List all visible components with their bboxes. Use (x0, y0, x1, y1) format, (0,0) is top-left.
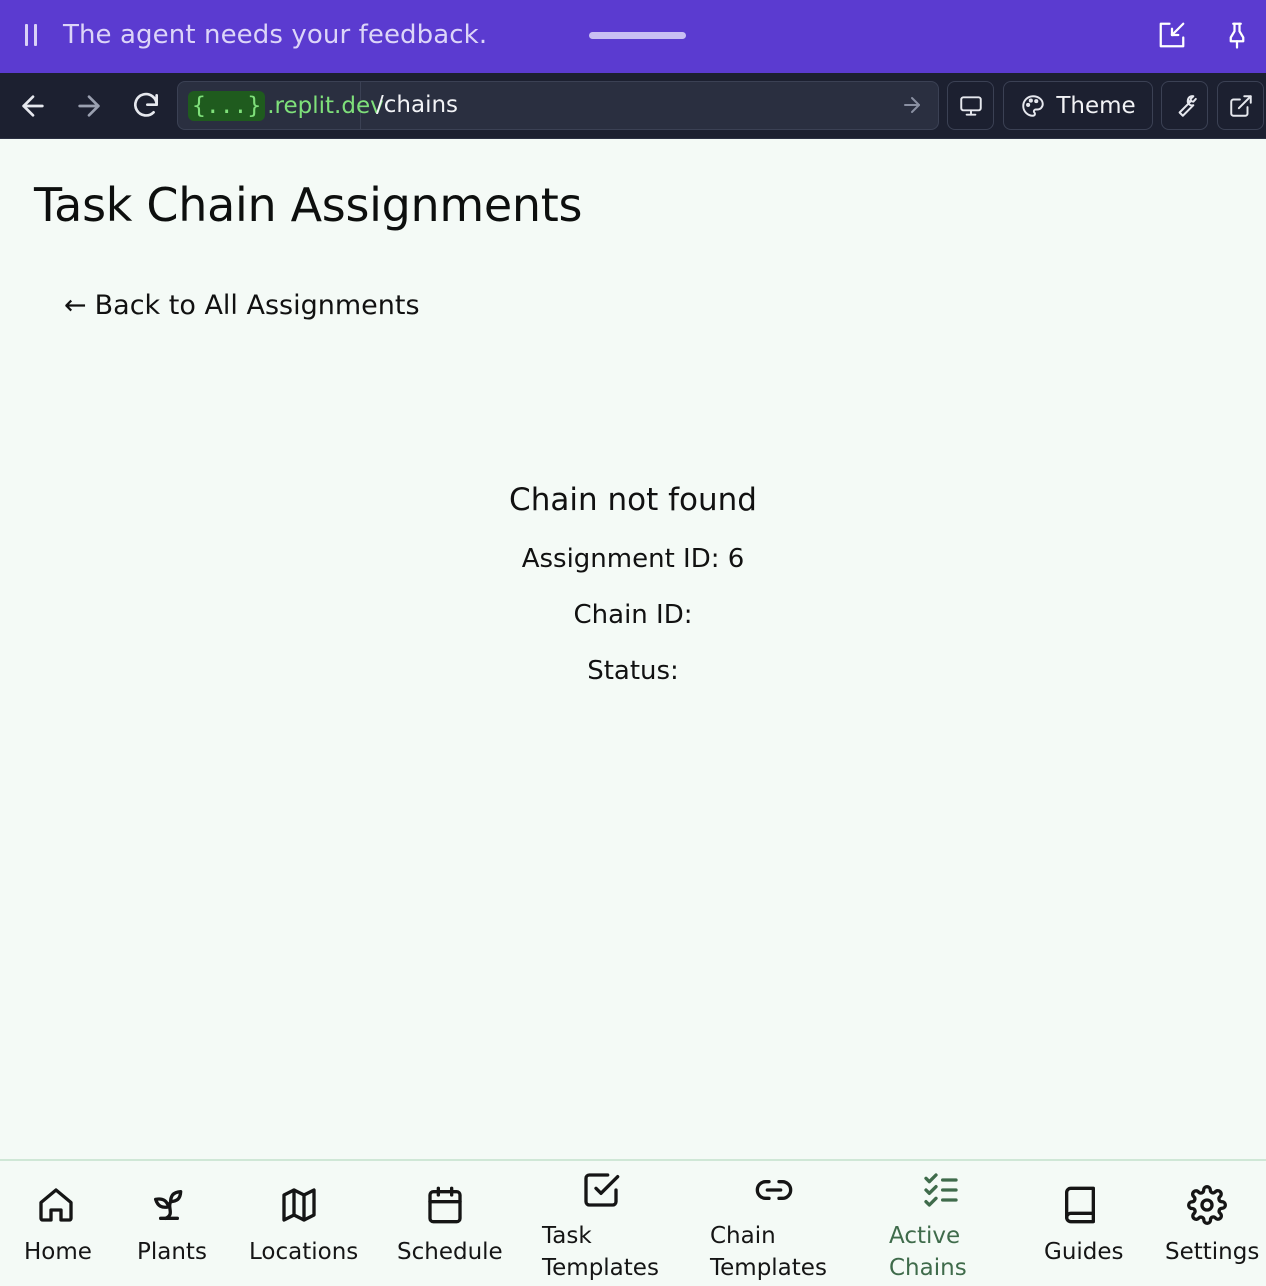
url-path[interactable]: /chains (376, 92, 458, 118)
nav-home[interactable]: Home (18, 1161, 98, 1286)
url-domain: .replit.dev (267, 92, 384, 119)
pause-icon[interactable] (22, 24, 42, 48)
gear-icon (1187, 1185, 1227, 1225)
url-host: {...} .replit.dev (178, 82, 384, 129)
nav-label-line1: Task (542, 1223, 592, 1249)
monitor-icon (959, 95, 982, 116)
status-text: Status: (587, 656, 679, 686)
nav-chain-templates[interactable]: Chain Templates (706, 1161, 827, 1286)
forward-arrow-icon[interactable] (73, 90, 105, 122)
nav-label: Schedule (397, 1239, 503, 1265)
nav-label-line2: Templates (710, 1255, 827, 1281)
nav-settings[interactable]: Settings (1161, 1161, 1261, 1286)
map-icon (282, 1188, 316, 1222)
chain-id-text: Chain ID: (573, 600, 693, 630)
home-icon (39, 1188, 73, 1222)
device-preview-button[interactable] (947, 81, 994, 130)
nav-plants[interactable]: Plants (130, 1161, 210, 1286)
nav-task-templates[interactable]: Task Templates (538, 1161, 659, 1286)
agent-banner: The agent needs your feedback. (0, 0, 1266, 73)
nav-label: Guides (1044, 1239, 1124, 1265)
minimize-window-icon[interactable] (1157, 20, 1187, 50)
list-checks-icon (924, 1173, 958, 1207)
nav-label-line1: Chain (710, 1223, 776, 1249)
left-arrow-icon: ← (64, 290, 87, 321)
nav-guides[interactable]: Guides (1040, 1161, 1124, 1286)
address-bar[interactable]: {...} .replit.dev /chains (177, 81, 939, 130)
sprout-icon (154, 1190, 183, 1220)
browser-toolbar: {...} .replit.dev /chains Theme (0, 73, 1266, 139)
nav-label: Settings (1165, 1239, 1260, 1265)
go-arrow-icon[interactable] (900, 93, 924, 117)
open-new-tab-button[interactable] (1217, 81, 1264, 130)
palette-icon (1022, 94, 1045, 117)
url-badge: {...} (188, 90, 266, 121)
devtools-button[interactable] (1161, 81, 1208, 130)
back-arrow-icon[interactable] (17, 90, 49, 122)
theme-button[interactable]: Theme (1003, 81, 1153, 130)
nav-locations[interactable]: Locations (245, 1161, 359, 1286)
nav-label: Plants (137, 1239, 207, 1265)
back-link-label: Back to All Assignments (94, 290, 420, 321)
nav-label: Home (24, 1239, 92, 1265)
agent-feedback-message: The agent needs your feedback. (63, 20, 488, 50)
assignment-id-text: Assignment ID: 6 (521, 544, 745, 574)
nav-schedule[interactable]: Schedule (393, 1161, 503, 1286)
bottom-nav: Home Plants Locations Schedule Task Temp… (0, 1159, 1266, 1286)
wrench-icon (1178, 94, 1197, 117)
page-title: Task Chain Assignments (34, 178, 583, 232)
calendar-icon (428, 1186, 462, 1224)
back-to-assignments-link[interactable]: ← Back to All Assignments (64, 290, 420, 321)
check-square-icon (584, 1173, 620, 1207)
not-found-title: Chain not found (509, 482, 757, 518)
nav-label-line2: Templates (542, 1255, 659, 1281)
nav-active-chains[interactable]: Active Chains (885, 1161, 975, 1286)
external-link-icon (1229, 94, 1252, 117)
nav-label: Locations (249, 1239, 359, 1265)
reload-icon[interactable] (130, 90, 162, 122)
pin-icon[interactable] (1222, 20, 1252, 50)
theme-label: Theme (1056, 92, 1136, 119)
book-icon (1065, 1186, 1095, 1224)
drag-handle[interactable] (589, 32, 686, 39)
nav-label-line2: Chains (889, 1255, 967, 1281)
link-icon (755, 1180, 793, 1200)
nav-label-line1: Active (889, 1223, 961, 1249)
